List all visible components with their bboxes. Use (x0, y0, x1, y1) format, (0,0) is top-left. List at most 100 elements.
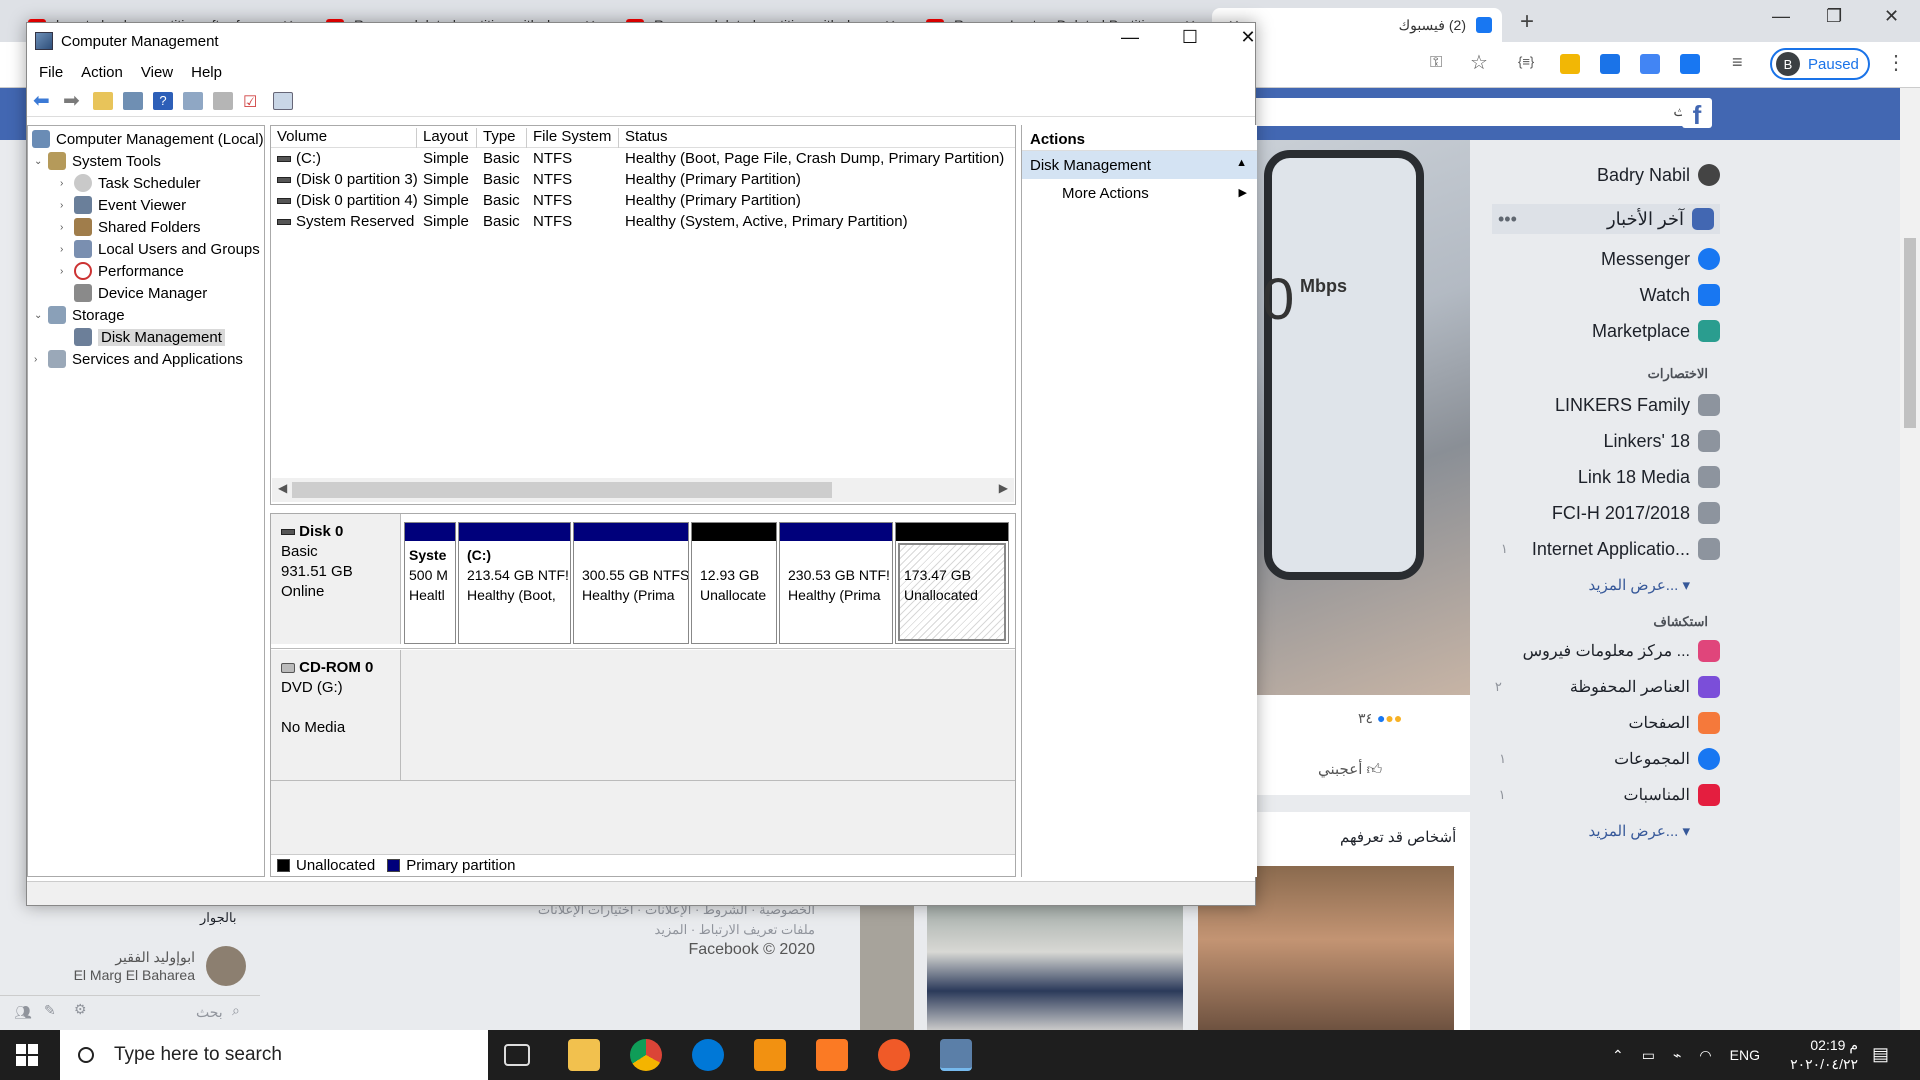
column-header-layout[interactable]: Layout (417, 128, 477, 148)
explore-item[interactable]: ٢ العناصر المحفوظة (1495, 676, 1720, 698)
nav-marketplace[interactable]: Marketplace (1592, 320, 1720, 342)
tree-node-event-viewer[interactable]: › Event Viewer (60, 194, 186, 216)
tree-node-disk-management[interactable]: Disk Management (74, 326, 225, 348)
expand-chevron-icon[interactable]: › (60, 178, 74, 189)
new-tab-button[interactable]: + (1520, 8, 1534, 36)
language-indicator[interactable]: ENG (1730, 1047, 1760, 1063)
partition-unallocated-2[interactable]: 173.47 GB Unallocated (895, 522, 1009, 644)
person-photo[interactable] (860, 900, 914, 1030)
nav-news-feed[interactable]: ••• آخر الأخبار (1492, 204, 1720, 234)
facebook-logo-icon[interactable]: f (1682, 98, 1712, 130)
expand-chevron-icon[interactable]: › (60, 200, 74, 211)
properties-icon[interactable] (183, 91, 203, 110)
extension-docs-icon[interactable] (1600, 54, 1620, 74)
tree-node-shared-folders[interactable]: › Shared Folders (60, 216, 201, 238)
contacts-icon[interactable]: 👥︎ (14, 1004, 32, 1021)
tree-node-root[interactable]: Computer Management (Local) (32, 128, 264, 150)
menu-help[interactable]: Help (191, 64, 222, 81)
clock[interactable]: 02:19 م ٢٠٢٠/٠٤/٢٢ (1770, 1036, 1858, 1074)
battery-icon[interactable]: ▭ (1642, 1047, 1655, 1064)
sublime-text-icon[interactable] (754, 1039, 786, 1071)
collapse-chevron-icon[interactable]: ⌄ (34, 156, 48, 167)
table-row[interactable]: (Disk 0 partition 4) Simple Basic NTFS H… (271, 191, 1015, 212)
explore-item[interactable]: الصفحات (1628, 712, 1720, 734)
expand-chevron-icon[interactable]: › (60, 244, 74, 255)
help-icon[interactable]: ? (153, 91, 173, 110)
table-row[interactable]: System Reserved Simple Basic NTFS Health… (271, 212, 1015, 233)
scrollbar-thumb[interactable] (1904, 238, 1916, 428)
tree-node-task-scheduler[interactable]: › Task Scheduler (60, 172, 201, 194)
reading-list-icon[interactable]: ≡ (1732, 52, 1752, 72)
scrollbar-thumb[interactable] (292, 482, 832, 498)
shortcut-item[interactable]: Link 18 Media (1578, 466, 1720, 488)
chevron-up-icon[interactable]: ⌃ (1612, 1047, 1624, 1064)
computer-management-taskbar-icon[interactable] (940, 1039, 972, 1071)
chat-contact-avatar[interactable] (206, 946, 246, 986)
collapse-chevron-icon[interactable]: ⌄ (34, 310, 48, 321)
edge-icon[interactable] (692, 1039, 724, 1071)
minimize-button[interactable]: — (1107, 27, 1153, 48)
connect-icon[interactable] (213, 91, 233, 110)
checklist-icon[interactable]: ☑ (243, 92, 263, 111)
maximize-button[interactable]: ☐ (1167, 27, 1213, 48)
gear-icon[interactable]: ⚙ (74, 1001, 87, 1018)
profile-button[interactable]: B Paused (1770, 48, 1870, 80)
shortcut-item[interactable]: ١ Internet Applicatio... (1501, 538, 1720, 560)
extension-json-icon[interactable]: {≡} (1518, 54, 1538, 74)
up-folder-icon[interactable] (93, 91, 113, 110)
chat-search-bar[interactable]: 👥︎ ✎ ⚙ بحث ⌕ (0, 995, 260, 1027)
close-button[interactable]: ✕ (1225, 27, 1271, 48)
partition-4[interactable]: 230.53 GB NTF! Healthy (Prima (779, 522, 893, 644)
extension-keep-icon[interactable] (1560, 54, 1580, 74)
forward-arrow-icon[interactable]: ➡ (63, 91, 83, 111)
tree-node-system-tools[interactable]: ⌄ System Tools (34, 150, 161, 172)
column-header-type[interactable]: Type (477, 128, 527, 148)
tree-node-device-manager[interactable]: Device Manager (74, 282, 207, 304)
collapse-up-icon[interactable]: ▲ (1236, 157, 1247, 169)
title-bar[interactable]: Computer Management — ☐ ✕ (27, 23, 1256, 59)
page-scrollbar[interactable] (1900, 88, 1920, 1030)
explore-item[interactable]: مركز معلومات فيروس ... (1523, 640, 1720, 662)
partition-c-drive[interactable]: (C:) 213.54 GB NTF! Healthy (Boot, (458, 522, 571, 644)
expand-chevron-icon[interactable]: › (60, 266, 74, 277)
xampp-icon[interactable] (816, 1039, 848, 1071)
menu-file[interactable]: File (39, 64, 63, 81)
back-arrow-icon[interactable]: ⬅ (33, 91, 53, 111)
nav-watch[interactable]: Watch (1640, 284, 1720, 306)
horizontal-scrollbar[interactable]: ◀ ▶ (272, 478, 1014, 502)
compose-icon[interactable]: ✎ (44, 1002, 56, 1019)
maximize-browser-button[interactable]: ❐ (1826, 6, 1842, 27)
see-more-link[interactable]: عرض المزيد... ▾ (1589, 822, 1690, 840)
taskbar-search-input[interactable]: Type here to search (60, 1030, 488, 1080)
nav-messenger[interactable]: Messenger (1601, 248, 1720, 270)
tree-node-local-users[interactable]: › Local Users and Groups (60, 238, 260, 260)
notifications-icon[interactable]: ▤ (1872, 1044, 1889, 1065)
network-icon[interactable]: ⌁ (1673, 1047, 1681, 1064)
partition-unallocated-1[interactable]: 12.93 GB Unallocate (691, 522, 777, 644)
table-row[interactable]: (Disk 0 partition 3) Simple Basic NTFS H… (271, 170, 1015, 191)
scroll-left-icon[interactable]: ◀ (278, 481, 287, 495)
tree-node-services[interactable]: › Services and Applications (34, 348, 243, 370)
actions-group-disk-management[interactable]: Disk Management ▲ (1022, 151, 1257, 179)
column-header-volume[interactable]: Volume (271, 128, 417, 148)
column-header-file-system[interactable]: File System (527, 128, 619, 148)
profile-link[interactable]: Badry Nabil (1597, 164, 1720, 186)
explore-item[interactable]: ١ المجموعات (1499, 748, 1720, 770)
key-icon[interactable]: ⚿ (1430, 54, 1450, 74)
see-more-link[interactable]: عرض المزيد... ▾ (1589, 576, 1690, 594)
like-button[interactable]: أعجبني 👍︎ (1318, 760, 1382, 779)
more-actions-item[interactable]: More Actions ▶ (1022, 179, 1257, 207)
extension-facebook-icon[interactable] (1680, 54, 1700, 74)
expand-chevron-icon[interactable]: › (60, 222, 74, 233)
shortcut-item[interactable]: LINKERS Family (1555, 394, 1720, 416)
disk0-label[interactable]: Disk 0 Basic 931.51 GB Online (271, 514, 401, 644)
partition-system-reserved[interactable]: Syste 500 M Healtl (404, 522, 456, 644)
star-icon[interactable]: ☆ (1470, 50, 1490, 74)
extension-translate-icon[interactable] (1640, 54, 1660, 74)
cdrom-label[interactable]: CD-ROM 0 DVD (G:) No Media (271, 650, 401, 780)
table-row[interactable]: (C:) Simple Basic NTFS Healthy (Boot, Pa… (271, 149, 1015, 170)
explore-item[interactable]: ١ المناسبات (1499, 784, 1720, 806)
chat-search-input[interactable]: بحث (196, 1004, 223, 1021)
chat-contact[interactable]: ابوإوليد الفقير El Marg El Baharea (70, 948, 195, 984)
tree-node-storage[interactable]: ⌄ Storage (34, 304, 125, 326)
